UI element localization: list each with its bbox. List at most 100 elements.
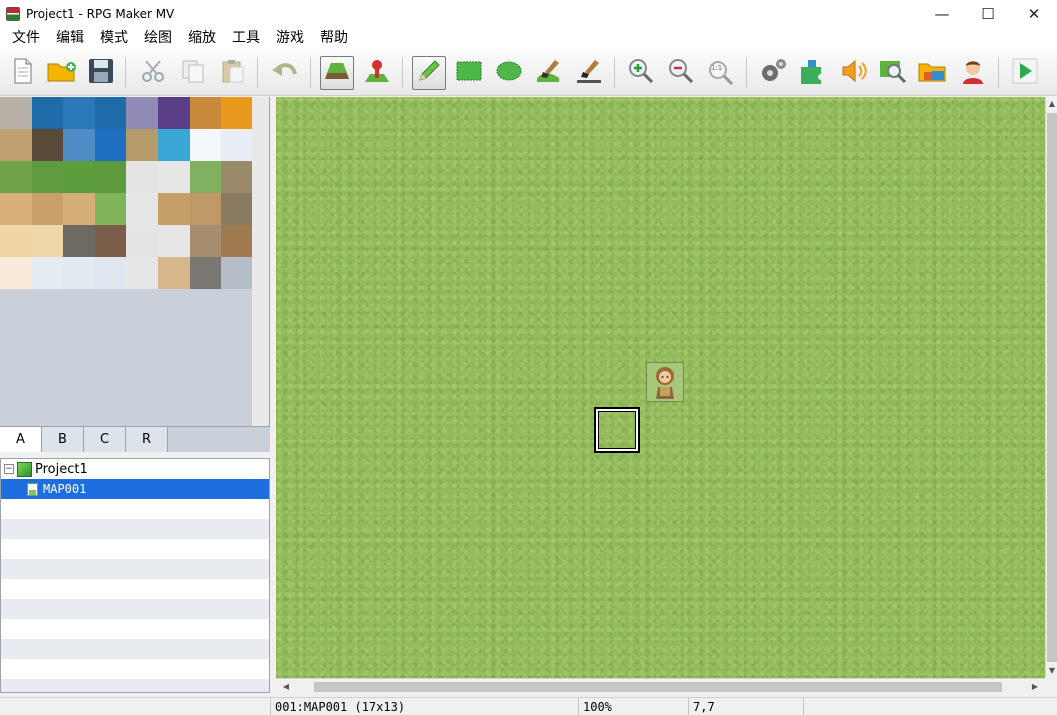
- horizontal-scrollbar[interactable]: ◀ ▶: [276, 678, 1045, 695]
- menu-tools[interactable]: 工具: [224, 27, 268, 50]
- tileset-tile[interactable]: [126, 225, 158, 257]
- tab-b[interactable]: B: [42, 427, 84, 452]
- resource-manager-button[interactable]: [916, 56, 950, 90]
- tileset-tile[interactable]: [0, 161, 32, 193]
- tileset-tile[interactable]: [189, 129, 222, 161]
- scroll-left-icon[interactable]: ◀: [278, 679, 294, 695]
- tileset-tile[interactable]: [157, 225, 190, 257]
- tileset-tile[interactable]: [221, 129, 253, 161]
- tileset-tile[interactable]: [0, 97, 32, 129]
- tileset-tile[interactable]: [189, 193, 222, 225]
- tileset-tile[interactable]: [157, 161, 190, 193]
- scroll-right-icon[interactable]: ▶: [1027, 679, 1043, 695]
- tileset-tile[interactable]: [126, 257, 158, 289]
- tileset-tile[interactable]: [189, 225, 222, 257]
- shadow-pen-button[interactable]: [572, 56, 606, 90]
- menu-draw[interactable]: 绘图: [136, 27, 180, 50]
- tileset-tile[interactable]: [157, 257, 190, 289]
- palette-scrollbar[interactable]: [252, 97, 269, 426]
- scroll-down-icon[interactable]: ▼: [1046, 664, 1057, 678]
- menu-game[interactable]: 游戏: [268, 27, 312, 50]
- rectangle-button[interactable]: [452, 56, 486, 90]
- tileset-tile[interactable]: [221, 161, 253, 193]
- tileset-tile[interactable]: [63, 161, 95, 193]
- paste-button[interactable]: [216, 56, 250, 90]
- menu-help[interactable]: 帮助: [312, 27, 356, 50]
- event-mode-button[interactable]: [360, 56, 394, 90]
- vertical-scrollbar[interactable]: ▲ ▼: [1045, 97, 1057, 678]
- tileset-tile[interactable]: [94, 225, 127, 257]
- tileset-tile[interactable]: [94, 129, 127, 161]
- tab-r[interactable]: R: [126, 427, 168, 452]
- playtest-button[interactable]: [1008, 56, 1042, 90]
- zoom-out-button[interactable]: [664, 56, 698, 90]
- tree-item-map[interactable]: MAP001: [1, 479, 269, 499]
- open-project-button[interactable]: [45, 56, 79, 90]
- copy-button[interactable]: [176, 56, 210, 90]
- new-project-button[interactable]: [6, 56, 40, 90]
- plugin-manager-button[interactable]: [796, 56, 830, 90]
- minimize-button[interactable]: —: [919, 0, 965, 27]
- tileset-tile[interactable]: [94, 193, 127, 225]
- database-button[interactable]: [756, 56, 790, 90]
- menu-file[interactable]: 文件: [4, 27, 48, 50]
- tileset-tile[interactable]: [126, 97, 158, 129]
- character-generator-button[interactable]: [956, 56, 990, 90]
- tileset-tile[interactable]: [189, 257, 222, 289]
- tileset-tile[interactable]: [157, 97, 190, 129]
- menu-mode[interactable]: 模式: [92, 27, 136, 50]
- pencil-button[interactable]: [412, 56, 446, 90]
- tileset-tile[interactable]: [63, 257, 95, 289]
- actual-size-button[interactable]: 1:1: [704, 56, 738, 90]
- sound-test-button[interactable]: [836, 56, 870, 90]
- undo-button[interactable]: [268, 56, 302, 90]
- tileset-tile[interactable]: [0, 193, 32, 225]
- maximize-button[interactable]: ☐: [965, 0, 1011, 27]
- vertical-scroll-thumb[interactable]: [1047, 113, 1057, 662]
- tileset-palette[interactable]: [0, 97, 270, 426]
- tileset-tile[interactable]: [189, 97, 222, 129]
- collapse-icon[interactable]: −: [4, 464, 14, 474]
- tileset-tile[interactable]: [0, 257, 32, 289]
- map-mode-button[interactable]: [320, 56, 354, 90]
- tab-c[interactable]: C: [84, 427, 126, 452]
- fill-button[interactable]: [532, 56, 566, 90]
- tileset-tile[interactable]: [221, 257, 253, 289]
- tileset-tile[interactable]: [63, 97, 95, 129]
- tileset-tile[interactable]: [0, 129, 32, 161]
- tileset-tile[interactable]: [63, 193, 95, 225]
- horizontal-scroll-thumb[interactable]: [314, 682, 1002, 692]
- scroll-up-icon[interactable]: ▲: [1046, 97, 1057, 111]
- menu-edit[interactable]: 编辑: [48, 27, 92, 50]
- map-canvas[interactable]: [276, 97, 1045, 678]
- tileset-tile[interactable]: [94, 257, 127, 289]
- tree-item-project[interactable]: − Project1: [1, 459, 269, 479]
- tileset-tile[interactable]: [157, 193, 190, 225]
- tileset-tile[interactable]: [0, 225, 32, 257]
- tileset-tile[interactable]: [126, 129, 158, 161]
- close-button[interactable]: ✕: [1011, 0, 1057, 27]
- event-searcher-button[interactable]: [876, 56, 910, 90]
- tileset-grid[interactable]: [0, 97, 253, 289]
- tileset-tile[interactable]: [221, 97, 253, 129]
- zoom-in-button[interactable]: [624, 56, 658, 90]
- tileset-tile[interactable]: [221, 225, 253, 257]
- tileset-tile[interactable]: [94, 161, 127, 193]
- tileset-tile[interactable]: [189, 161, 222, 193]
- map-tree[interactable]: − Project1 MAP001: [0, 458, 270, 693]
- tileset-tile[interactable]: [31, 193, 64, 225]
- cut-button[interactable]: [136, 56, 170, 90]
- save-project-button[interactable]: [84, 56, 118, 90]
- tileset-tile[interactable]: [31, 161, 64, 193]
- menu-scale[interactable]: 缩放: [180, 27, 224, 50]
- tab-a[interactable]: A: [0, 427, 42, 452]
- tileset-tile[interactable]: [221, 193, 253, 225]
- tileset-tile[interactable]: [31, 257, 64, 289]
- tileset-tile[interactable]: [94, 97, 127, 129]
- tileset-tile[interactable]: [31, 225, 64, 257]
- map-event[interactable]: [646, 362, 684, 402]
- tileset-tile[interactable]: [126, 161, 158, 193]
- tileset-tile[interactable]: [63, 129, 95, 161]
- tileset-tile[interactable]: [157, 129, 190, 161]
- tileset-tile[interactable]: [31, 97, 64, 129]
